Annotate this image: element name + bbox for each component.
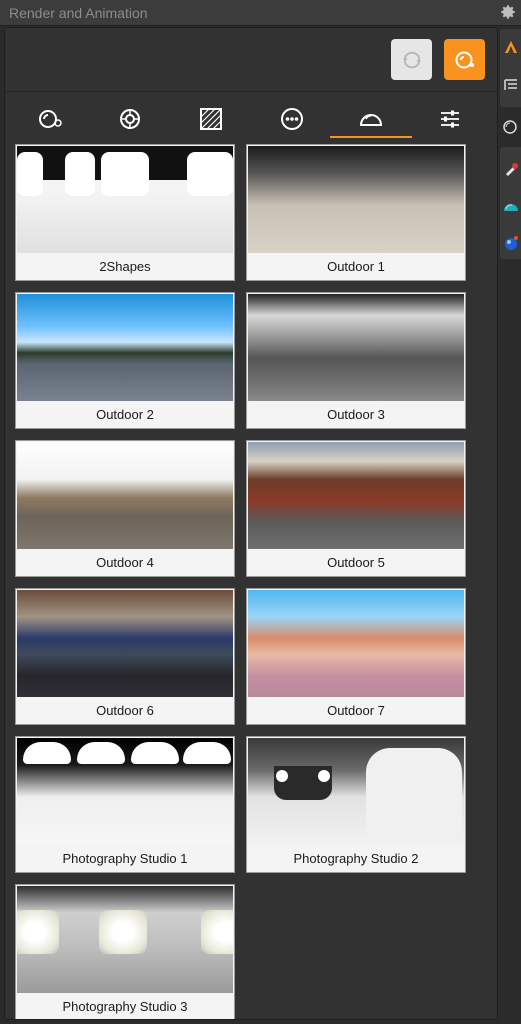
preset-thumbnail	[17, 738, 233, 845]
preset-label: Photography Studio 1	[62, 851, 188, 866]
preset-card-outdoor-5[interactable]: Outdoor 5	[246, 440, 466, 577]
texture-icon	[200, 108, 222, 130]
preset-thumbnail	[248, 146, 464, 253]
tab-environment[interactable]	[355, 104, 387, 134]
preset-card-outdoor-1[interactable]: Outdoor 1	[246, 144, 466, 281]
render-settings-icon	[39, 110, 62, 128]
preset-thumbnail	[17, 442, 233, 549]
preset-label: Outdoor 4	[96, 555, 154, 570]
preset-label: Outdoor 6	[96, 703, 154, 718]
preset-card-outdoor-4[interactable]: Outdoor 4	[15, 440, 235, 577]
preset-thumbnail	[248, 738, 464, 845]
preset-card-photography-studio-3[interactable]: Photography Studio 3	[15, 884, 235, 1019]
right-side-toolbar	[499, 27, 521, 1024]
tab-adjustments[interactable]	[434, 104, 466, 134]
preset-card-2shapes[interactable]: 2Shapes	[15, 144, 235, 281]
eyedropper-icon[interactable]	[503, 161, 519, 177]
preset-thumbnail	[248, 442, 464, 549]
preset-label: Outdoor 5	[327, 555, 385, 570]
tab-texture[interactable]	[195, 104, 227, 134]
preset-label: Outdoor 3	[327, 407, 385, 422]
tab-lens[interactable]	[114, 104, 146, 134]
preset-card-outdoor-2[interactable]: Outdoor 2	[15, 292, 235, 429]
sphere-outline-icon[interactable]	[502, 119, 518, 135]
preset-thumbnail	[17, 146, 233, 253]
preset-card-outdoor-3[interactable]: Outdoor 3	[246, 292, 466, 429]
render-logo-icon[interactable]	[503, 39, 519, 55]
window-titlebar: Render and Animation	[0, 0, 521, 26]
render-button[interactable]	[444, 39, 485, 80]
tab-bar	[5, 98, 497, 138]
render-preview-button[interactable]	[391, 39, 432, 80]
more-icon	[281, 108, 303, 130]
preset-label: Photography Studio 2	[293, 851, 419, 866]
preset-thumbnail	[248, 590, 464, 697]
active-tab-indicator	[330, 136, 412, 138]
outline-list-icon[interactable]	[503, 77, 519, 93]
environment-panel: 2Shapes Outdoor 1 Outdoor 2 Outdoor 3 Ou…	[4, 27, 498, 1020]
material-sphere-icon[interactable]	[503, 235, 519, 251]
preset-card-photography-studio-1[interactable]: Photography Studio 1	[15, 736, 235, 873]
sliders-icon	[441, 110, 459, 128]
lens-icon	[120, 109, 140, 129]
tab-more[interactable]	[276, 104, 308, 134]
tab-render-settings[interactable]	[35, 104, 67, 134]
preset-label: 2Shapes	[99, 259, 151, 274]
preset-thumbnail	[17, 294, 233, 401]
preset-thumbnail	[248, 294, 464, 401]
preset-label: Outdoor 2	[96, 407, 154, 422]
preset-label: Outdoor 1	[327, 259, 385, 274]
preset-thumbnail	[17, 886, 233, 993]
environment-icon	[359, 114, 383, 126]
preset-card-photography-studio-2[interactable]: Photography Studio 2	[246, 736, 466, 873]
side-tool-group-top	[500, 29, 521, 107]
refresh-render-icon	[403, 51, 420, 68]
render-icon	[455, 51, 474, 68]
window-title: Render and Animation	[9, 5, 148, 21]
preset-thumbnail	[17, 590, 233, 697]
preset-label: Outdoor 7	[327, 703, 385, 718]
top-toolbar	[5, 28, 497, 92]
preset-label: Photography Studio 3	[62, 999, 188, 1014]
preset-card-outdoor-6[interactable]: Outdoor 6	[15, 588, 235, 725]
side-tool-group-bottom	[500, 147, 521, 259]
preset-card-outdoor-7[interactable]: Outdoor 7	[246, 588, 466, 725]
environment-dome-icon[interactable]	[503, 199, 519, 215]
gear-icon[interactable]	[499, 3, 517, 21]
